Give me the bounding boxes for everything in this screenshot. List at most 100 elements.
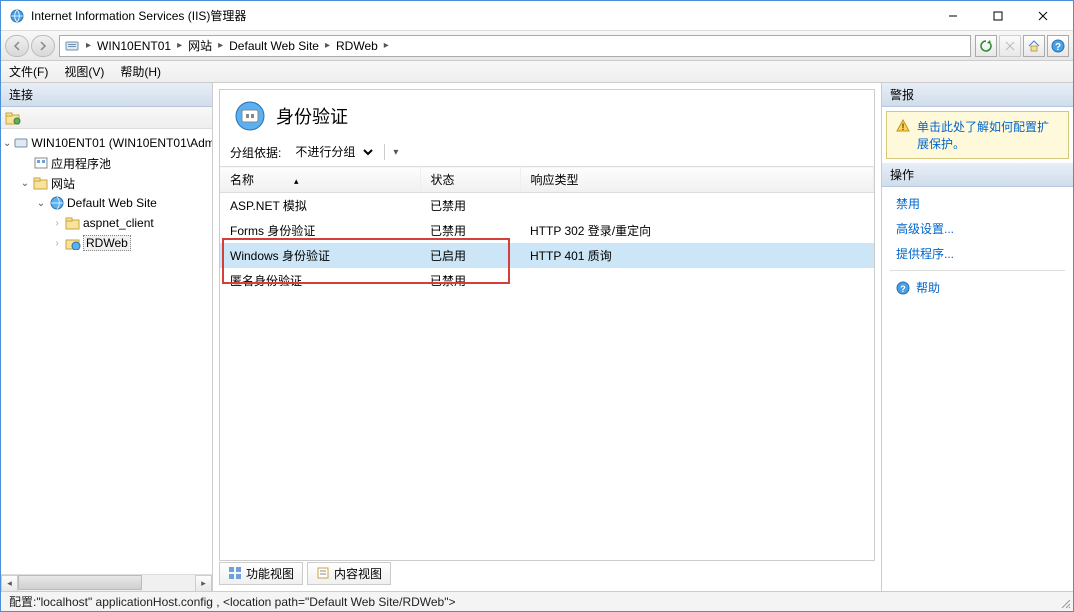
crumb-server[interactable]: WIN10ENT01 bbox=[93, 39, 175, 53]
help-icon: ? bbox=[896, 281, 910, 295]
help-button[interactable]: ? bbox=[1047, 35, 1069, 57]
crumb-sites[interactable]: 网站 bbox=[184, 37, 216, 54]
scroll-left-button[interactable]: ◂ bbox=[1, 575, 18, 592]
scroll-right-button[interactable]: ▸ bbox=[195, 575, 212, 592]
refresh-button[interactable] bbox=[975, 35, 997, 57]
tab-features[interactable]: 功能视图 bbox=[219, 562, 303, 585]
table-row[interactable]: ASP.NET 模拟 已禁用 bbox=[220, 193, 874, 219]
action-advanced[interactable]: 高级设置... bbox=[882, 216, 1073, 241]
minimize-button[interactable] bbox=[930, 1, 975, 30]
cell-name: Forms 身份验证 bbox=[220, 218, 420, 243]
maximize-button[interactable] bbox=[975, 1, 1020, 30]
tree-label: Default Web Site bbox=[67, 196, 157, 210]
view-tabs: 功能视图 内容视图 bbox=[219, 561, 875, 585]
home-button[interactable] bbox=[1023, 35, 1045, 57]
cell-resp bbox=[520, 268, 874, 293]
col-resp[interactable]: 响应类型 bbox=[520, 167, 874, 193]
tree-label: WIN10ENT01 (WIN10ENT01\Administrator) bbox=[31, 136, 212, 150]
svg-text:!: ! bbox=[902, 122, 905, 132]
crumb-defaultsite[interactable]: Default Web Site bbox=[225, 39, 323, 53]
connections-tree[interactable]: ⌄ WIN10ENT01 (WIN10ENT01\Administrator) … bbox=[1, 129, 212, 574]
globe-icon bbox=[49, 195, 65, 211]
action-help[interactable]: ? 帮助 bbox=[882, 275, 1073, 300]
expand-icon[interactable]: › bbox=[51, 218, 63, 229]
connections-toolbar bbox=[1, 107, 212, 129]
server-icon bbox=[64, 38, 80, 54]
collapse-icon[interactable]: ⌄ bbox=[19, 178, 31, 189]
tree-label: 应用程序池 bbox=[51, 155, 111, 172]
cell-state: 已禁用 bbox=[420, 268, 520, 293]
collapse-icon[interactable]: ⌄ bbox=[3, 138, 11, 149]
tab-content[interactable]: 内容视图 bbox=[307, 562, 391, 585]
auth-grid[interactable]: 名称▴ 状态 响应类型 ASP.NET 模拟 已禁用 Forms 身份验证 bbox=[220, 166, 874, 560]
expand-icon[interactable]: › bbox=[51, 238, 63, 249]
statusbar: 配置:"localhost" applicationHost.config , … bbox=[1, 591, 1073, 611]
navbar: ▸ WIN10ENT01 ▸ 网站 ▸ Default Web Site ▸ R… bbox=[1, 31, 1073, 61]
right-panel: 警报 ! 单击此处了解如何配置扩展保护。 操作 禁用 高级设置... 提供程序.… bbox=[881, 83, 1073, 591]
connections-header: 连接 bbox=[1, 83, 212, 107]
page-title: 身份验证 bbox=[276, 103, 348, 129]
scroll-thumb[interactable] bbox=[18, 575, 142, 590]
chevron-right-icon: ▸ bbox=[84, 40, 93, 51]
action-providers[interactable]: 提供程序... bbox=[882, 241, 1073, 266]
tree-node-aspnet-client[interactable]: › aspnet_client bbox=[1, 213, 212, 233]
resize-grip[interactable] bbox=[1059, 597, 1071, 609]
menubar: 文件(F) 视图(V) 帮助(H) bbox=[1, 61, 1073, 83]
action-disable[interactable]: 禁用 bbox=[882, 191, 1073, 216]
tree-node-server[interactable]: ⌄ WIN10ENT01 (WIN10ENT01\Administrator) bbox=[1, 133, 212, 153]
cell-resp: HTTP 302 登录/重定向 bbox=[520, 218, 874, 243]
groupby-select[interactable]: 不进行分组 bbox=[287, 142, 376, 162]
table-row[interactable]: 匿名身份验证 已禁用 bbox=[220, 268, 874, 293]
col-state[interactable]: 状态 bbox=[420, 167, 520, 193]
cell-state: 已启用 bbox=[420, 243, 520, 268]
groupby-label: 分组依据: bbox=[230, 144, 281, 161]
tree-node-apppools[interactable]: 应用程序池 bbox=[1, 153, 212, 173]
alert-link[interactable]: 单击此处了解如何配置扩展保护。 bbox=[917, 118, 1060, 152]
authentication-icon bbox=[234, 100, 266, 132]
collapse-icon[interactable]: ⌄ bbox=[35, 198, 47, 209]
menu-file[interactable]: 文件(F) bbox=[9, 63, 48, 80]
tab-label: 内容视图 bbox=[334, 565, 382, 582]
crumb-rdweb[interactable]: RDWeb bbox=[332, 39, 382, 53]
app-folder-icon bbox=[65, 235, 81, 251]
menu-view[interactable]: 视图(V) bbox=[64, 63, 104, 80]
folder-icon bbox=[33, 175, 49, 191]
warning-icon: ! bbox=[895, 118, 911, 152]
menu-help[interactable]: 帮助(H) bbox=[120, 63, 161, 80]
status-text: 配置:"localhost" applicationHost.config , … bbox=[9, 593, 456, 610]
cell-name: ASP.NET 模拟 bbox=[220, 193, 420, 219]
table-row-selected[interactable]: Windows 身份验证 已启用 HTTP 401 质询 bbox=[220, 243, 874, 268]
titlebar: Internet Information Services (IIS)管理器 bbox=[1, 1, 1073, 31]
ops-header: 操作 bbox=[882, 163, 1073, 187]
horizontal-scrollbar[interactable]: ◂ ▸ bbox=[1, 574, 212, 591]
cell-state: 已禁用 bbox=[420, 193, 520, 219]
groupby-bar: 分组依据: 不进行分组 ▾ bbox=[220, 138, 874, 166]
table-row[interactable]: Forms 身份验证 已禁用 HTTP 302 登录/重定向 bbox=[220, 218, 874, 243]
chevron-right-icon: ▸ bbox=[323, 40, 332, 51]
cell-resp: HTTP 401 质询 bbox=[520, 243, 874, 268]
nav-back-button[interactable] bbox=[5, 35, 29, 57]
scroll-track[interactable] bbox=[18, 575, 195, 591]
col-name[interactable]: 名称▴ bbox=[220, 167, 420, 193]
tree-label: RDWeb bbox=[86, 236, 128, 250]
svg-text:?: ? bbox=[1055, 42, 1061, 53]
dropdown-icon[interactable]: ▾ bbox=[393, 147, 398, 158]
cell-state: 已禁用 bbox=[420, 218, 520, 243]
divider bbox=[384, 144, 385, 160]
feature-page: 身份验证 分组依据: 不进行分组 ▾ 名称▴ 状态 响应类型 bbox=[219, 89, 875, 561]
close-button[interactable] bbox=[1020, 1, 1065, 30]
tree-label: aspnet_client bbox=[83, 216, 154, 230]
server-icon bbox=[13, 135, 29, 151]
tree-label: 网站 bbox=[51, 175, 75, 192]
svg-text:?: ? bbox=[900, 284, 906, 294]
breadcrumb[interactable]: ▸ WIN10ENT01 ▸ 网站 ▸ Default Web Site ▸ R… bbox=[59, 35, 971, 57]
tree-node-default-site[interactable]: ⌄ Default Web Site bbox=[1, 193, 212, 213]
folder-icon[interactable] bbox=[5, 111, 21, 125]
tree-node-sites[interactable]: ⌄ 网站 bbox=[1, 173, 212, 193]
chevron-right-icon: ▸ bbox=[216, 40, 225, 51]
divider bbox=[890, 270, 1065, 271]
tree-node-rdweb[interactable]: › RDWeb bbox=[1, 233, 212, 253]
cell-resp bbox=[520, 193, 874, 219]
nav-forward-button[interactable] bbox=[31, 35, 55, 57]
stop-button[interactable] bbox=[999, 35, 1021, 57]
